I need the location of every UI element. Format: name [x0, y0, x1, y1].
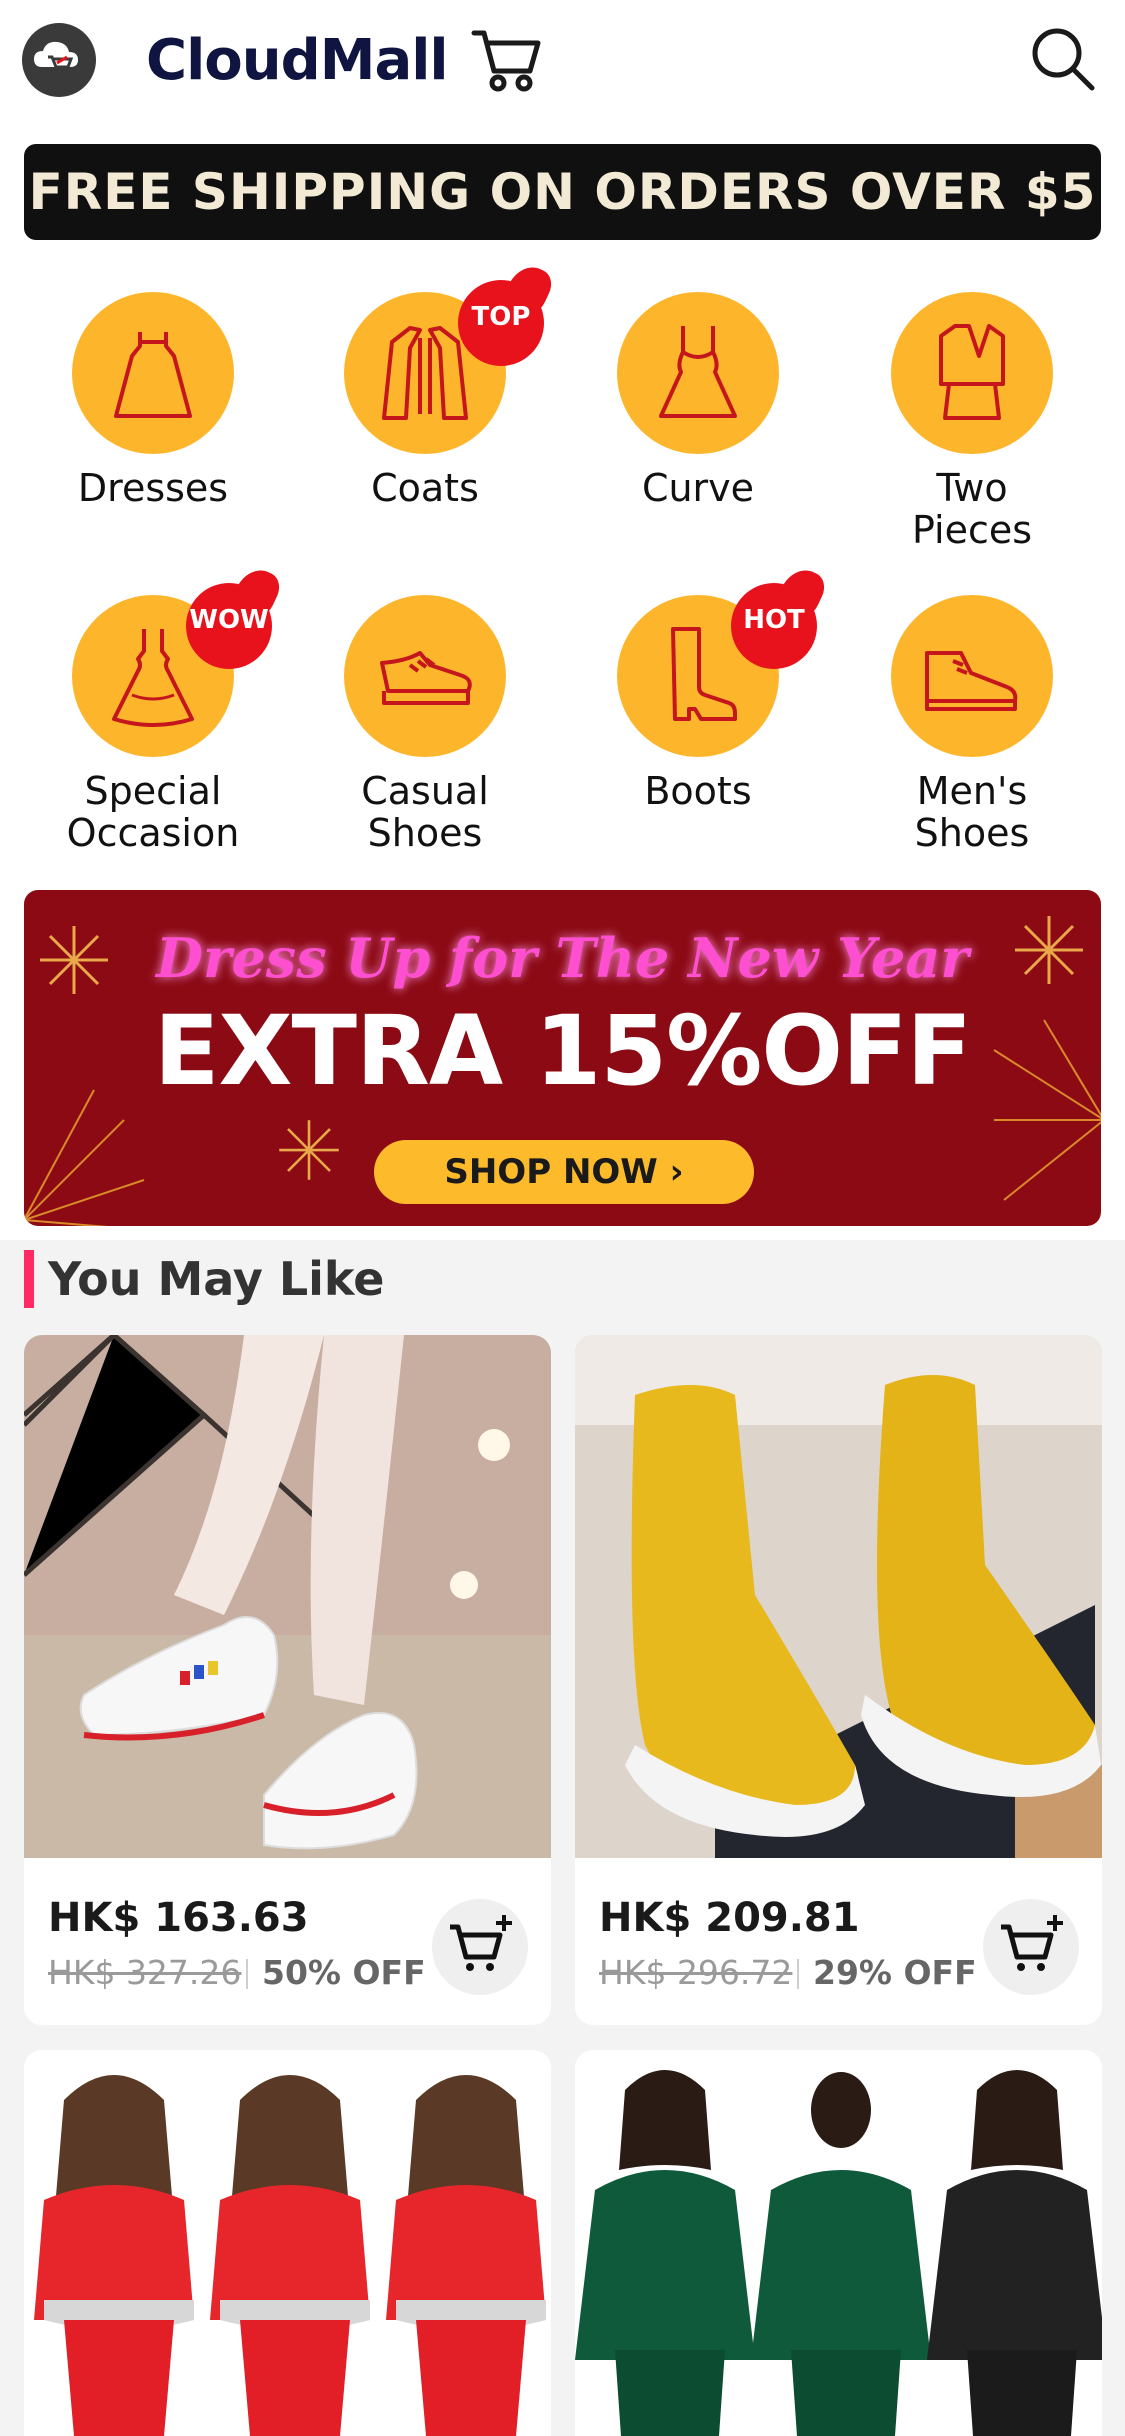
shop-now-button[interactable]: SHOP NOW ›: [374, 1140, 754, 1204]
promo-headline: EXTRA 15%OFF: [153, 995, 972, 1107]
hot-badge: HOT: [731, 562, 830, 671]
new-year-promo-banner[interactable]: Dress Up for The New Year EXTRA 15%OFF S…: [24, 890, 1101, 1226]
product-price: HK$ 163.63: [48, 1895, 309, 1941]
two-pieces-icon: [891, 292, 1053, 454]
badge-text: HOT: [743, 605, 805, 635]
category-label: Coats: [371, 466, 479, 510]
category-label: Dresses: [77, 466, 229, 510]
cart-icon[interactable]: [470, 27, 542, 98]
product-image-red-gradient-set[interactable]: [24, 2050, 551, 2436]
add-to-cart-icon: [1001, 1915, 1063, 1971]
category-label: Two Pieces: [911, 466, 1033, 552]
badge-text: TOP: [471, 302, 531, 332]
product-image-white-sneakers[interactable]: [24, 1335, 551, 1858]
price-divider: [797, 1959, 799, 1989]
add-to-cart-icon: [450, 1915, 512, 1971]
product-card[interactable]: HK$ 209.81 HK$ 296.72 29% OFF: [575, 1335, 1102, 2025]
dress-icon: [72, 292, 234, 454]
section-title: You May Like: [48, 1252, 385, 1306]
search-icon[interactable]: [1030, 26, 1096, 97]
product-image-green-suit-set[interactable]: [575, 2050, 1102, 2436]
section-accent-bar: [24, 1250, 34, 1308]
product-price: HK$ 209.81: [599, 1895, 860, 1941]
add-to-cart-button[interactable]: [983, 1899, 1079, 1995]
brand-name: CloudMall: [146, 28, 449, 93]
category-label: Boots: [644, 769, 752, 813]
snowflake-icon: [279, 1120, 339, 1180]
badge-text: WOW: [189, 605, 269, 635]
curve-dress-icon: [617, 292, 779, 454]
category-label: Curve: [641, 466, 755, 510]
product-image-yellow-sock-sneakers[interactable]: [575, 1335, 1102, 1858]
top-badge: TOP: [458, 259, 557, 368]
product-discount: 50% OFF: [262, 1953, 426, 1992]
product-card[interactable]: HK$ 163.63 HK$ 327.26 50% OFF: [24, 1335, 551, 2025]
sneaker-icon: [344, 595, 506, 757]
free-shipping-text: FREE SHIPPING ON ORDERS OVER $5: [28, 163, 1097, 221]
wow-badge: WOW: [186, 562, 285, 671]
product-card[interactable]: [575, 2050, 1102, 2436]
product-original-price: HK$ 296.72: [599, 1953, 793, 1992]
mens-shoe-icon: [891, 595, 1053, 757]
app-header: CloudMall: [0, 0, 1125, 130]
product-discount: 29% OFF: [813, 1953, 977, 1992]
category-label: Casual Shoes: [361, 769, 489, 855]
cloud-cart-logo-icon[interactable]: [22, 23, 96, 97]
promo-script-text: Dress Up for The New Year: [156, 926, 969, 990]
product-original-price: HK$ 327.26: [48, 1953, 242, 1992]
price-divider: [246, 1959, 248, 1989]
free-shipping-banner[interactable]: FREE SHIPPING ON ORDERS OVER $5: [24, 144, 1101, 240]
product-card[interactable]: [24, 2050, 551, 2436]
category-label: Men's Shoes: [914, 769, 1030, 855]
category-label: Special Occasion: [66, 769, 240, 855]
add-to-cart-button[interactable]: [432, 1899, 528, 1995]
